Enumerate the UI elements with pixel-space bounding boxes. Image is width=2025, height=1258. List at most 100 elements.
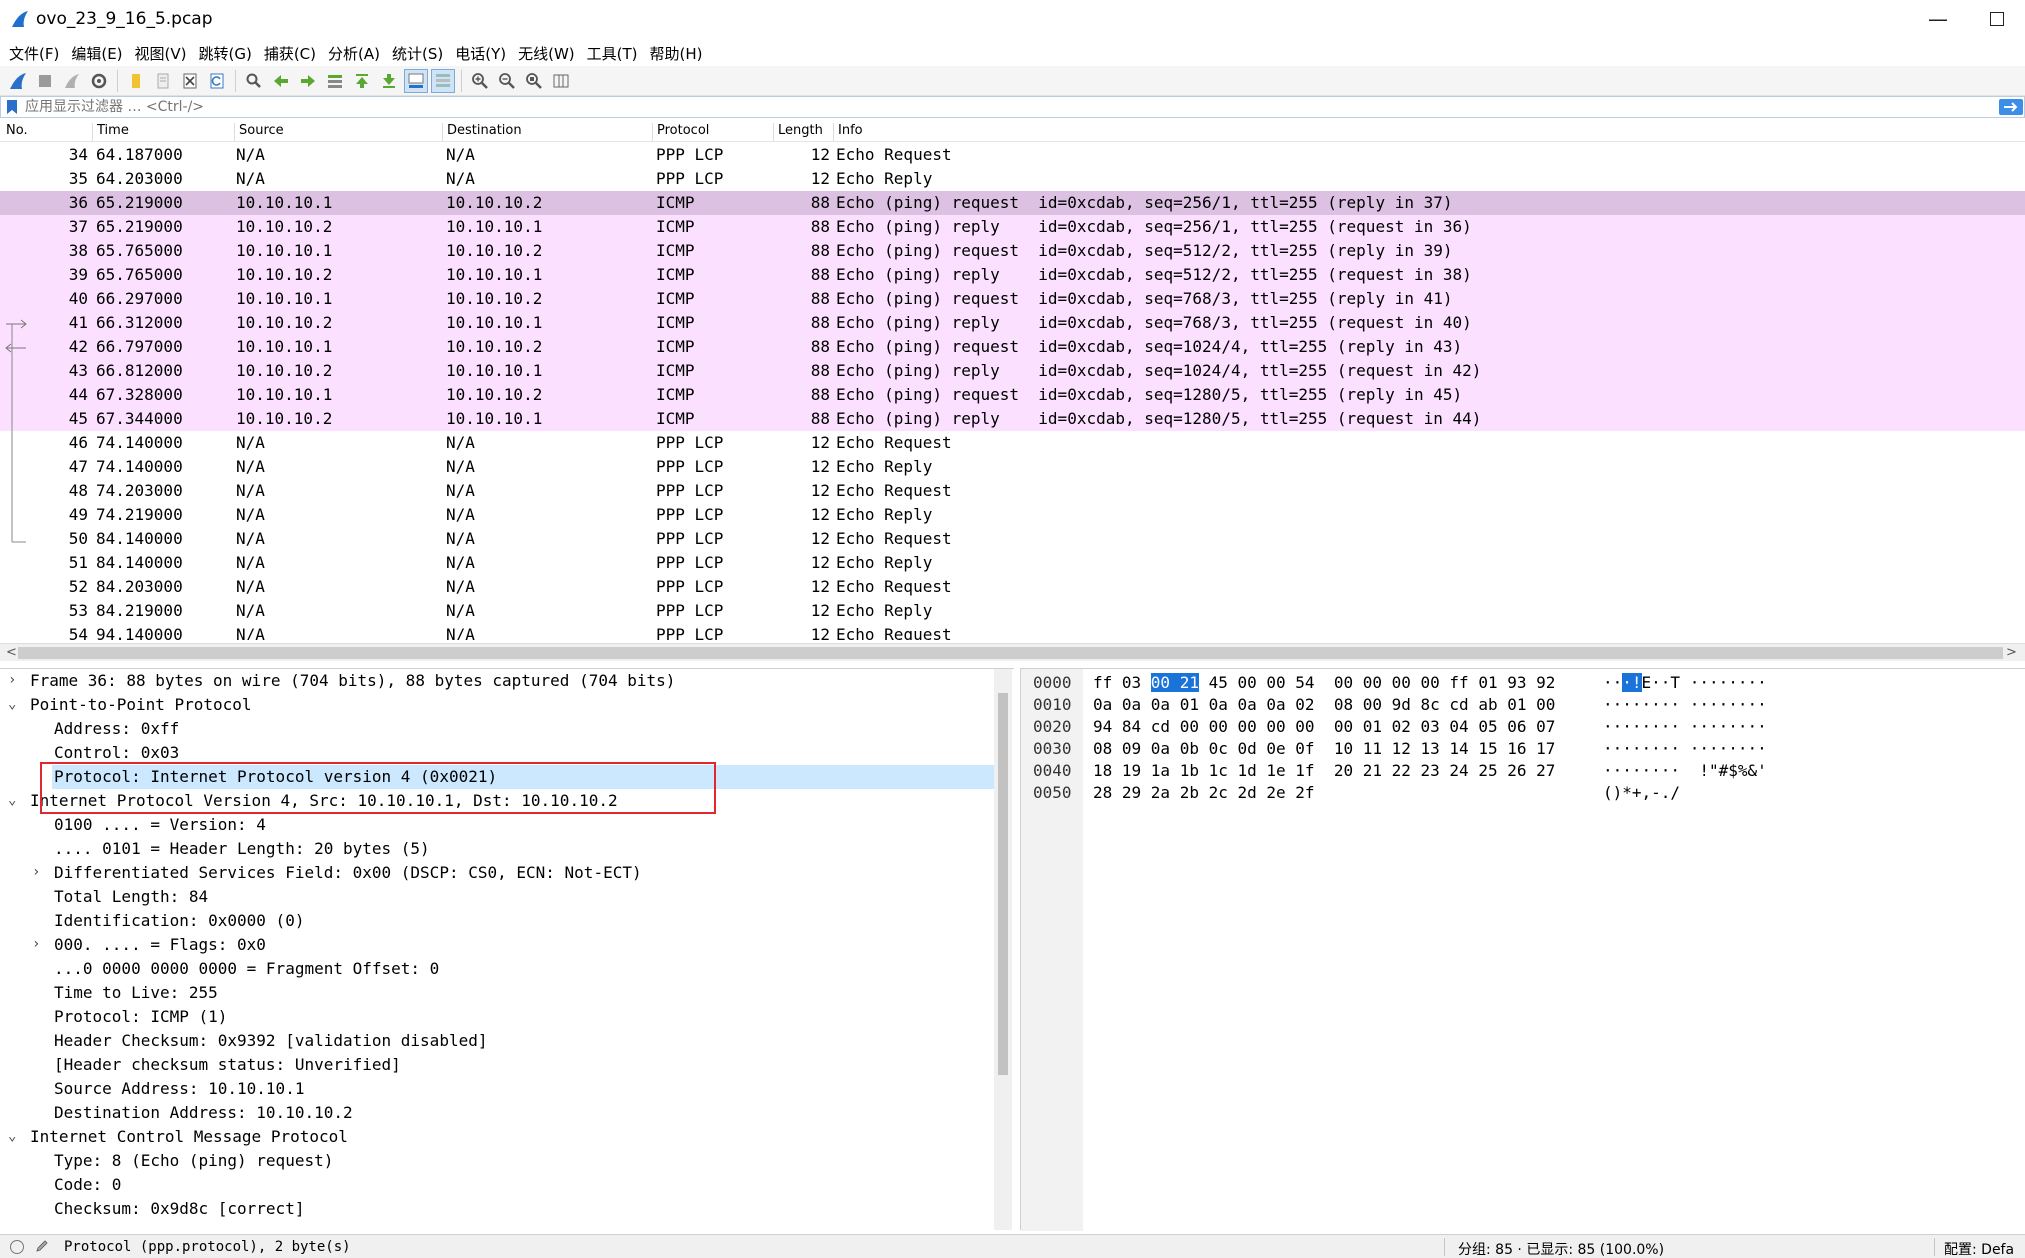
autoscroll-icon[interactable] — [404, 68, 428, 93]
details-tree-item[interactable]: ...0 0000 0000 0000 = Fragment Offset: 0 — [0, 957, 994, 981]
chevron-down-icon[interactable]: ⌄ — [8, 1128, 16, 1144]
packet-row[interactable]: 44 67.328000 10.10.10.1 10.10.10.2 ICMP 88 Ech… — [0, 383, 2025, 407]
packet-row[interactable]: 40 66.297000 10.10.10.1 10.10.10.2 ICMP 88 Ech… — [0, 287, 2025, 311]
last-packet-icon[interactable] — [377, 69, 401, 93]
scrollbar-thumb[interactable] — [998, 693, 1008, 1075]
details-tree-item[interactable]: Header Checksum: 0x9392 [validation disa… — [0, 1029, 994, 1053]
column-protocol[interactable]: Protocol — [652, 123, 709, 141]
column-destination[interactable]: Destination — [442, 123, 522, 141]
details-tree-item[interactable]: ⌄ Internet Control Message Protocol — [0, 1125, 994, 1149]
hex-bytes[interactable]: 0a 0a 0a 01 0a 0a 0a 02 08 00 9d 8c cd a… — [1093, 695, 1555, 717]
details-tree-item[interactable]: › Frame 36: 88 bytes on wire (704 bits), … — [0, 669, 994, 693]
details-tree-item[interactable]: Checksum: 0x9d8c [correct] — [0, 1197, 994, 1221]
maximize-button[interactable] — [1970, 2, 2025, 36]
packet-row[interactable]: 39 65.765000 10.10.10.2 10.10.10.1 ICMP 88 Ech… — [0, 263, 2025, 287]
hex-bytes[interactable]: 28 29 2a 2b 2c 2d 2e 2f — [1093, 783, 1315, 805]
ascii-bytes[interactable]: ()*+,-./ — [1603, 783, 1680, 805]
details-tree-item[interactable]: › 000. .... = Flags: 0x0 — [0, 933, 994, 957]
details-tree-item[interactable]: Control: 0x03 — [0, 741, 994, 765]
bookmark-icon[interactable] — [5, 99, 19, 115]
menu-file[interactable]: 文件(F) — [4, 40, 66, 68]
apply-filter-button[interactable] — [1999, 99, 2023, 115]
details-tree-item[interactable]: › Differentiated Services Field: 0x00 (DS… — [0, 861, 994, 885]
chevron-down-icon[interactable]: ⌄ — [8, 696, 16, 712]
zoom-in-icon[interactable] — [468, 69, 492, 93]
ascii-bytes[interactable]: ········ ········ — [1603, 695, 1767, 717]
menu-analyze[interactable]: 分析(A) — [323, 40, 387, 68]
chevron-right-icon[interactable]: › — [32, 864, 40, 880]
packet-row[interactable]: 50 84.140000 N/A N/A PPP LCP 12 Echo Request — [0, 527, 2025, 551]
zoom-normal-icon[interactable] — [522, 69, 546, 93]
zoom-out-icon[interactable] — [495, 69, 519, 93]
details-tree-item[interactable]: Protocol: ICMP (1) — [0, 1005, 994, 1029]
hex-bytes[interactable]: ff 03 00 21 45 00 00 54 00 00 00 00 ff 0… — [1093, 673, 1555, 695]
chevron-down-icon[interactable]: ⌄ — [8, 792, 16, 808]
menu-telephony[interactable]: 电话(Y) — [450, 40, 513, 68]
ascii-bytes[interactable]: ···!E··T ········ — [1603, 673, 1767, 695]
hex-bytes[interactable]: 94 84 cd 00 00 00 00 00 00 01 02 03 04 0… — [1093, 717, 1555, 739]
expert-info-icon[interactable] — [10, 1240, 24, 1254]
edit-comment-icon[interactable] — [34, 1238, 50, 1254]
go-back-icon[interactable] — [269, 69, 293, 93]
menu-tools[interactable]: 工具(T) — [582, 40, 645, 68]
details-tree-item[interactable]: Identification: 0x0000 (0) — [0, 909, 994, 933]
column-info[interactable]: Info — [833, 123, 863, 141]
ascii-bytes[interactable]: ········ !"#$%&' — [1603, 761, 1767, 783]
details-tree-item[interactable]: 0100 .... = Version: 4 — [0, 813, 994, 837]
resize-columns-icon[interactable] — [549, 69, 573, 93]
open-folder-icon[interactable] — [124, 69, 148, 93]
packet-row[interactable]: 49 74.219000 N/A N/A PPP LCP 12 Echo Reply — [0, 503, 2025, 527]
packet-row[interactable]: 45 67.344000 10.10.10.2 10.10.10.1 ICMP 88 Ech… — [0, 407, 2025, 431]
colorize-icon[interactable] — [431, 68, 455, 93]
hex-bytes[interactable]: 18 19 1a 1b 1c 1d 1e 1f 20 21 22 23 24 2… — [1093, 761, 1555, 783]
scroll-right-icon[interactable]: > — [2006, 645, 2017, 660]
chevron-right-icon[interactable]: › — [32, 936, 40, 952]
stop-icon[interactable] — [33, 69, 57, 93]
details-tree-item[interactable]: Total Length: 84 — [0, 885, 994, 909]
details-tree-item[interactable]: .... 0101 = Header Length: 20 bytes (5) — [0, 837, 994, 861]
details-tree-item[interactable]: Time to Live: 255 — [0, 981, 994, 1005]
packet-row[interactable]: 54 94.140000 N/A N/A PPP LCP 12 Echo Request — [0, 623, 2025, 640]
menu-go[interactable]: 跳转(G) — [194, 40, 259, 68]
restart-icon[interactable] — [60, 69, 84, 93]
packet-row[interactable]: 37 65.219000 10.10.10.2 10.10.10.1 ICMP 88 Ech… — [0, 215, 2025, 239]
shark-fin-start-icon[interactable] — [6, 69, 30, 93]
packet-row[interactable]: 48 74.203000 N/A N/A PPP LCP 12 Echo Request — [0, 479, 2025, 503]
packet-row[interactable]: 41 66.312000 10.10.10.2 10.10.10.1 ICMP 88 Ech… — [0, 311, 2025, 335]
packet-row[interactable]: 42 66.797000 10.10.10.1 10.10.10.2 ICMP 88 Ech… — [0, 335, 2025, 359]
scrollbar-thumb[interactable] — [18, 647, 2003, 659]
column-source[interactable]: Source — [234, 123, 284, 141]
column-time[interactable]: Time — [92, 123, 129, 141]
details-tree-item[interactable]: Address: 0xff — [0, 717, 994, 741]
packet-row[interactable]: 35 64.203000 N/A N/A PPP LCP 12 Echo Reply — [0, 167, 2025, 191]
scroll-left-icon[interactable]: < — [6, 645, 17, 660]
details-tree-item[interactable]: ⌄ Point-to-Point Protocol — [0, 693, 994, 717]
packet-row[interactable]: 46 74.140000 N/A N/A PPP LCP 12 Echo Request — [0, 431, 2025, 455]
details-vertical-scrollbar[interactable] — [994, 669, 1012, 1230]
ascii-bytes[interactable]: ········ ········ — [1603, 739, 1767, 761]
packet-row[interactable]: 52 84.203000 N/A N/A PPP LCP 12 Echo Request — [0, 575, 2025, 599]
details-tree-item[interactable]: Destination Address: 10.10.10.2 — [0, 1101, 994, 1125]
details-tree-item[interactable]: Type: 8 (Echo (ping) request) — [0, 1149, 994, 1173]
display-filter-input[interactable] — [25, 98, 1975, 116]
packet-row[interactable]: 34 64.187000 N/A N/A PPP LCP 12 Echo Request — [0, 143, 2025, 167]
packet-list-horizontal-scrollbar[interactable]: < > — [0, 643, 2025, 661]
hex-bytes[interactable]: 08 09 0a 0b 0c 0d 0e 0f 10 11 12 13 14 1… — [1093, 739, 1555, 761]
menu-edit[interactable]: 编辑(E) — [66, 40, 129, 68]
packet-row[interactable]: 51 84.140000 N/A N/A PPP LCP 12 Echo Reply — [0, 551, 2025, 575]
details-tree-item[interactable]: Protocol: Internet Protocol version 4 (0… — [52, 765, 994, 789]
details-tree-item[interactable]: Source Address: 10.10.10.1 — [0, 1077, 994, 1101]
packet-row[interactable]: 38 65.765000 10.10.10.1 10.10.10.2 ICMP 88 Ech… — [0, 239, 2025, 263]
menu-view[interactable]: 视图(V) — [130, 40, 194, 68]
menu-wireless[interactable]: 无线(W) — [513, 40, 582, 68]
packet-row[interactable]: 43 66.812000 10.10.10.2 10.10.10.1 ICMP 88 Ech… — [0, 359, 2025, 383]
details-tree-item[interactable]: ⌄ Internet Protocol Version 4, Src: 10.10… — [0, 789, 994, 813]
options-gear-icon[interactable] — [87, 69, 111, 93]
profile-status[interactable]: 配置: Defa — [1944, 1239, 2014, 1258]
ascii-bytes[interactable]: ········ ········ — [1603, 717, 1767, 739]
packet-row[interactable]: 53 84.219000 N/A N/A PPP LCP 12 Echo Reply — [0, 599, 2025, 623]
find-icon[interactable] — [242, 69, 266, 93]
packet-row[interactable]: 47 74.140000 N/A N/A PPP LCP 12 Echo Reply — [0, 455, 2025, 479]
file-icon[interactable] — [151, 69, 175, 93]
go-forward-icon[interactable] — [296, 69, 320, 93]
